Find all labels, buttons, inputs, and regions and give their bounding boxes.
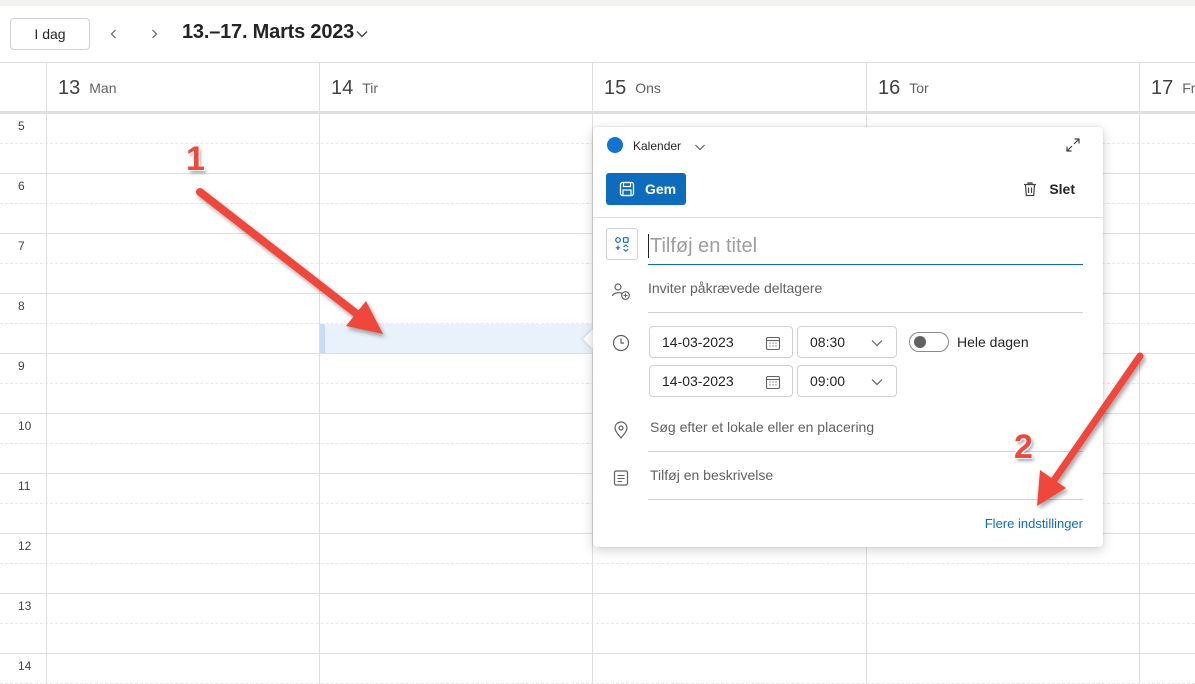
day-name: Fre xyxy=(1182,80,1195,96)
start-date-picker[interactable]: 14-03-2023 xyxy=(649,326,793,358)
chevron-down-icon[interactable] xyxy=(354,26,370,42)
date-range-title[interactable]: 13.–17. Marts 2023 xyxy=(182,21,354,44)
hour-line xyxy=(0,593,1195,594)
end-date-picker[interactable]: 14-03-2023 xyxy=(649,365,793,397)
hour-label: 8 xyxy=(18,299,25,313)
chevron-down-icon xyxy=(871,379,883,386)
category-icon xyxy=(615,237,629,252)
previous-week-button[interactable] xyxy=(104,24,124,44)
day-number: 17 xyxy=(1151,76,1174,99)
all-day-label: Hele dagen xyxy=(957,334,1029,350)
column-divider xyxy=(1139,113,1140,684)
hour-line xyxy=(0,653,1195,654)
description-icon xyxy=(613,470,629,486)
start-date-value: 14-03-2023 xyxy=(662,334,734,350)
hour-label: 6 xyxy=(18,179,25,193)
save-button[interactable]: Gem xyxy=(606,173,686,205)
all-day-toggle[interactable] xyxy=(909,332,949,352)
hour-label: 14 xyxy=(18,659,32,673)
day-number: 13 xyxy=(58,76,81,99)
calendar-toolbar: I dag 13.–17. Marts 2023 xyxy=(0,6,1195,62)
today-button[interactable]: I dag xyxy=(10,18,90,50)
hour-line xyxy=(0,113,1195,114)
more-options-link[interactable]: Flere indstillinger xyxy=(985,516,1083,531)
annotation-marker-2: 2 xyxy=(1014,428,1033,466)
save-icon xyxy=(619,181,635,197)
chevron-down-icon xyxy=(871,340,883,347)
delete-label: Slet xyxy=(1049,181,1075,197)
end-time-select[interactable]: 09:00 xyxy=(797,365,897,397)
day-header-thu[interactable]: 16 Tor xyxy=(866,63,1140,113)
calendar-icon xyxy=(765,336,781,351)
hour-label: 12 xyxy=(18,539,32,553)
day-number: 16 xyxy=(878,76,901,99)
trash-icon xyxy=(1024,182,1037,197)
selected-time-slot[interactable] xyxy=(320,324,592,353)
calendar-icon xyxy=(765,375,781,390)
add-people-icon xyxy=(611,283,630,300)
new-event-popup: Kalender Gem Slet Tilføj en titel Invite… xyxy=(593,127,1103,547)
start-time-select[interactable]: 08:30 xyxy=(797,326,897,358)
next-week-button[interactable] xyxy=(144,24,164,44)
column-divider xyxy=(319,113,320,684)
hour-label: 7 xyxy=(18,239,25,253)
calendar-color-dot xyxy=(607,137,623,153)
attendees-input[interactable]: Inviter påkrævede deltagere xyxy=(648,277,1083,313)
day-number: 14 xyxy=(331,76,354,99)
column-divider xyxy=(46,113,47,684)
chevron-left-icon xyxy=(110,29,116,39)
hour-label: 10 xyxy=(18,419,32,433)
chevron-down-icon[interactable] xyxy=(693,140,707,154)
popup-divider xyxy=(593,217,1103,218)
hour-label: 13 xyxy=(18,599,32,613)
category-picker-button[interactable] xyxy=(606,228,638,260)
day-name: Tor xyxy=(909,80,929,96)
expand-icon[interactable] xyxy=(1065,137,1081,153)
end-date-value: 14-03-2023 xyxy=(662,373,734,389)
text-cursor xyxy=(648,234,649,258)
half-hour-line xyxy=(0,623,1195,624)
toggle-knob xyxy=(914,336,926,348)
day-header-fri[interactable]: 17 Fre xyxy=(1139,63,1195,113)
description-input[interactable]: Tilføj en beskrivelse xyxy=(648,467,1083,500)
start-time-value: 08:30 xyxy=(810,334,846,350)
end-time-value: 09:00 xyxy=(810,373,846,389)
day-header-wed[interactable]: 15 Ons xyxy=(592,63,866,113)
save-label: Gem xyxy=(645,181,677,197)
delete-button[interactable]: Slet xyxy=(1021,180,1075,198)
day-name: Man xyxy=(89,80,117,96)
event-title-input[interactable]: Tilføj en titel xyxy=(648,231,1083,265)
day-header-mon[interactable]: 13 Man xyxy=(46,63,320,113)
day-name: Tir xyxy=(362,80,379,96)
half-hour-line xyxy=(0,563,1195,564)
location-icon xyxy=(614,421,628,439)
annotation-marker-1: 1 xyxy=(186,140,205,178)
day-header-tue[interactable]: 14 Tir xyxy=(319,63,593,113)
calendar-selector-label[interactable]: Kalender xyxy=(633,139,681,153)
chevron-right-icon xyxy=(152,29,158,39)
hour-label: 9 xyxy=(18,359,25,373)
hour-label: 11 xyxy=(18,479,31,493)
hour-label: 5 xyxy=(18,119,25,133)
day-number: 15 xyxy=(604,76,627,99)
day-name: Ons xyxy=(635,80,661,96)
clock-icon xyxy=(612,334,630,352)
